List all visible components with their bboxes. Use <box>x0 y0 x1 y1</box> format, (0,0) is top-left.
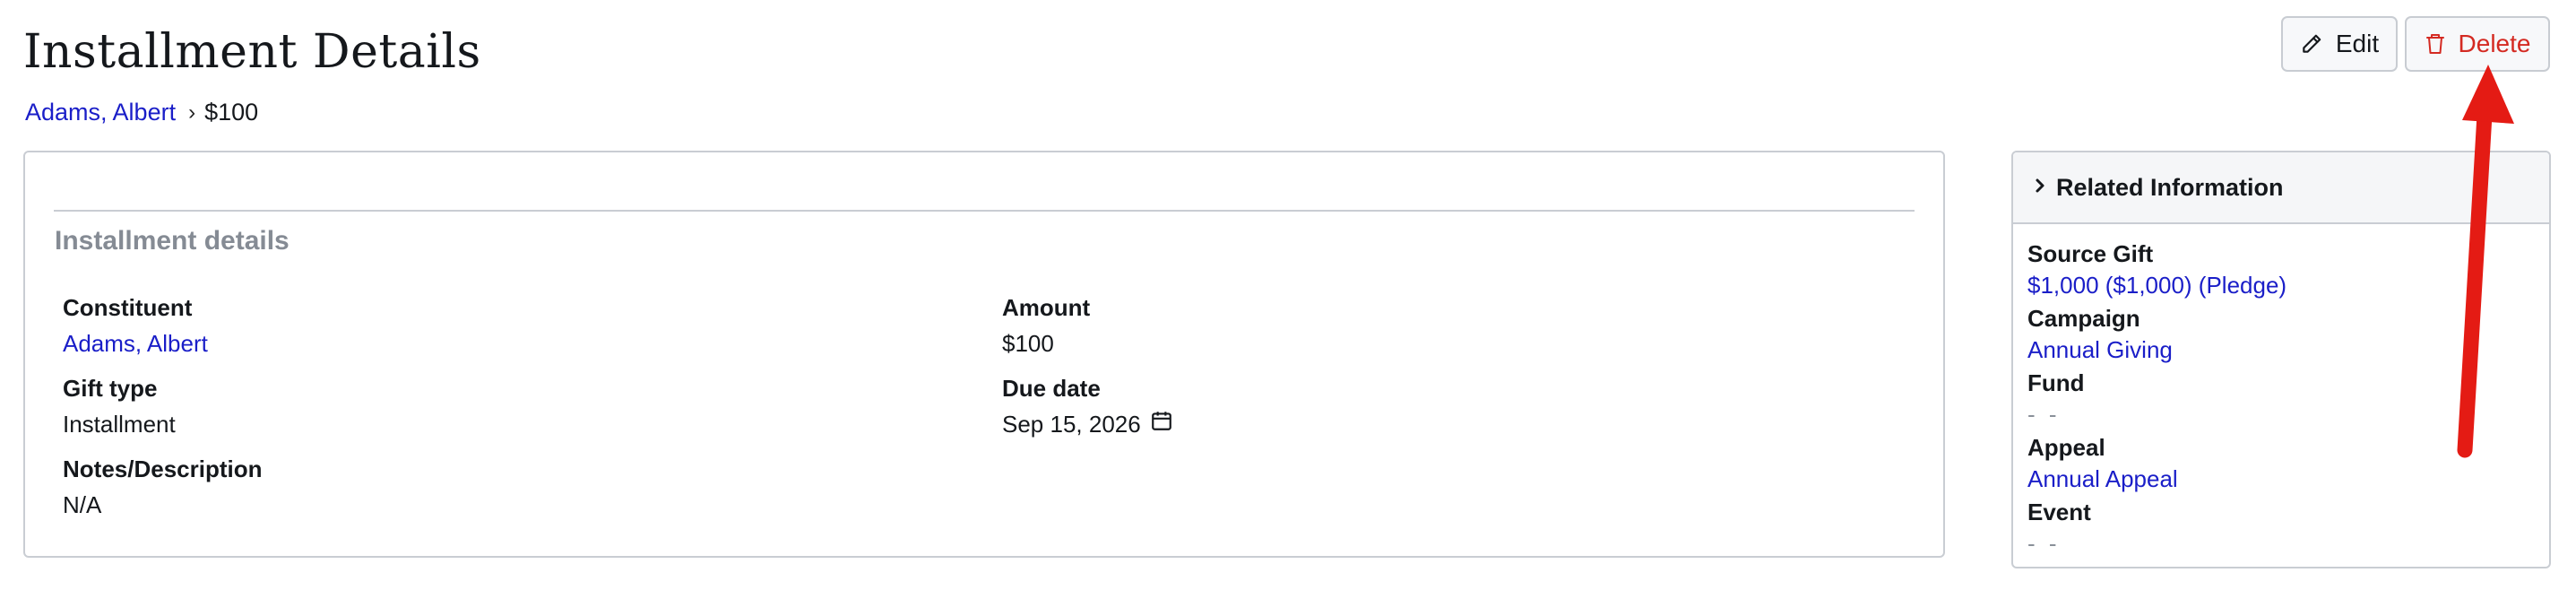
appeal-label: Appeal <box>2027 434 2105 461</box>
related-information-panel: Related Information Source Gift $1,000 (… <box>2011 151 2551 568</box>
constituent-link[interactable]: Adams, Albert <box>63 328 208 359</box>
constituent-field: Constituent Adams, Albert <box>63 292 208 359</box>
source-gift-link[interactable]: $1,000 ($1,000) (Pledge) <box>2027 269 2549 301</box>
amount-field: Amount $100 <box>1002 292 1090 359</box>
constituent-label: Constituent <box>63 294 193 321</box>
campaign-label: Campaign <box>2027 305 2140 332</box>
edit-button-label: Edit <box>2335 30 2380 57</box>
source-gift-label: Source Gift <box>2027 240 2154 267</box>
notes-label: Notes/Description <box>63 456 263 482</box>
delete-button-label: Delete <box>2458 30 2531 57</box>
event-value: - - <box>2027 530 2061 557</box>
fund-value: - - <box>2027 401 2061 428</box>
delete-button[interactable]: Delete <box>2405 16 2550 72</box>
due-date-label: Due date <box>1002 375 1101 402</box>
notes-value: N/A <box>63 491 102 518</box>
pencil-icon <box>2300 32 2323 56</box>
breadcrumb-separator: › <box>188 100 196 125</box>
gift-type-label: Gift type <box>63 375 158 402</box>
related-information-body: Source Gift $1,000 ($1,000) (Pledge) Cam… <box>2013 224 2549 560</box>
installment-details-card: Installment details Constituent Adams, A… <box>23 151 1945 558</box>
gift-type-value: Installment <box>63 411 176 438</box>
campaign-link[interactable]: Annual Giving <box>2027 334 2549 366</box>
amount-label: Amount <box>1002 294 1091 321</box>
due-date-value: Sep 15, 2026 <box>1002 411 1141 438</box>
amount-value: $100 <box>1002 330 1054 357</box>
notes-field: Notes/Description N/A <box>63 454 263 520</box>
fund-label: Fund <box>2027 369 2085 396</box>
edit-button[interactable]: Edit <box>2281 16 2398 72</box>
calendar-icon <box>1150 409 1173 439</box>
event-label: Event <box>2027 499 2091 525</box>
chevron-right-icon <box>2033 176 2047 200</box>
related-information-toggle[interactable]: Related Information <box>2013 152 2549 224</box>
related-information-title: Related Information <box>2056 173 2284 201</box>
due-date-field: Due date Sep 15, 2026 <box>1002 373 1173 439</box>
due-date-row: Sep 15, 2026 <box>1002 409 1173 439</box>
breadcrumb-constituent-link[interactable]: Adams, Albert <box>25 99 176 126</box>
breadcrumb: Adams, Albert › $100 <box>25 99 258 126</box>
trash-icon <box>2425 32 2446 56</box>
gift-type-field: Gift type Installment <box>63 373 176 439</box>
page-title: Installment Details <box>23 25 481 79</box>
section-title: Installment details <box>55 226 290 256</box>
appeal-link[interactable]: Annual Appeal <box>2027 463 2549 495</box>
breadcrumb-current: $100 <box>204 99 259 126</box>
card-divider <box>54 210 1915 212</box>
